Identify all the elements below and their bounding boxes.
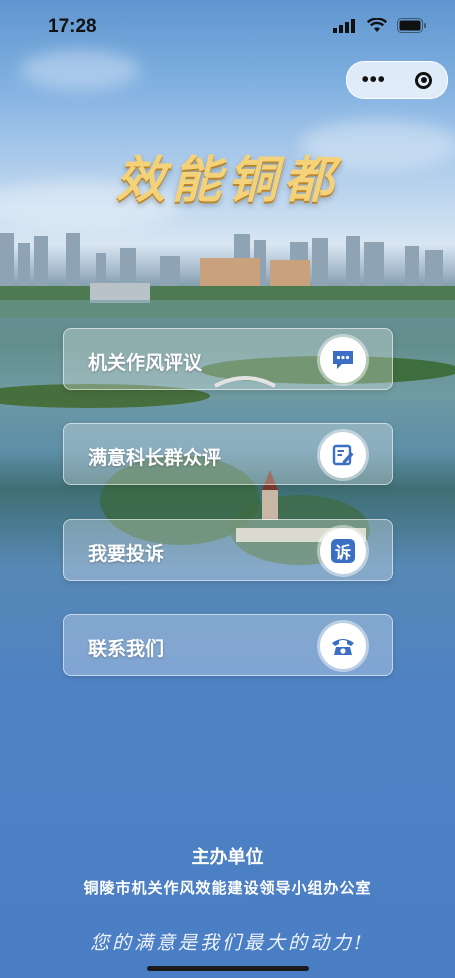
app-logo-title: 效能铜都 (115, 150, 340, 209)
target-icon[interactable] (415, 71, 433, 89)
battery-icon (397, 18, 426, 33)
status-bar: 17:28 (0, 0, 455, 56)
organizer-name: 铜陵市机关作风效能建设领导小组办公室 (83, 880, 372, 897)
mini-program-capsule: ••• (346, 61, 448, 99)
status-time: 17:28 (48, 16, 97, 37)
menu-item-label: 机关作风评议 (88, 353, 203, 374)
status-icons (333, 18, 427, 33)
menu-item-complaint[interactable]: 我要投诉 诉 (63, 519, 393, 581)
wifi-icon (367, 18, 387, 32)
more-dots-icon[interactable]: ••• (362, 70, 386, 90)
menu-item-contact-us[interactable]: 联系我们 (63, 614, 393, 676)
chat-bubble-icon (320, 337, 366, 383)
menu-item-label: 联系我们 (88, 639, 165, 660)
menu-item-label: 满意科长群众评 (88, 448, 222, 469)
menu-item-satisfied-chief[interactable]: 满意科长群众评 (63, 423, 393, 485)
organizer-heading: 主办单位 (191, 847, 264, 867)
menu-item-label: 我要投诉 (88, 544, 165, 565)
complaint-icon: 诉 (320, 528, 366, 574)
home-indicator[interactable] (147, 966, 309, 971)
edit-note-icon (320, 432, 366, 478)
complaint-icon-text: 诉 (331, 539, 355, 563)
menu-item-conduct-review[interactable]: 机关作风评议 (63, 328, 393, 390)
telephone-icon (320, 623, 366, 669)
cloud (20, 50, 140, 90)
signal-icon (333, 18, 355, 33)
slogan: 您的满意是我们最大的动力! (90, 932, 365, 954)
